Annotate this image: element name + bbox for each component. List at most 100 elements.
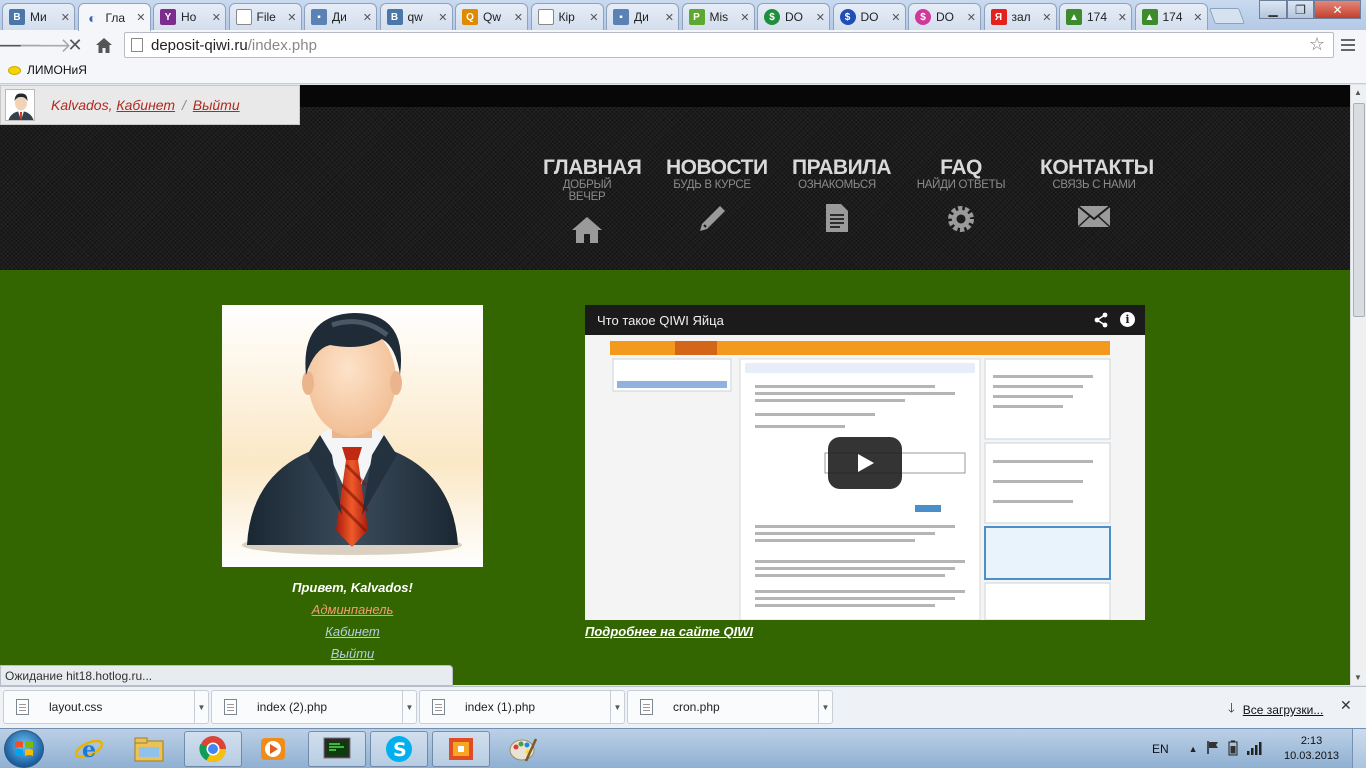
browser-menu-button[interactable] — [1337, 34, 1359, 56]
cabinet-link[interactable]: Кабинет — [222, 624, 483, 639]
all-downloads-label: Все загрузки... — [1242, 703, 1324, 717]
video-player[interactable]: Что такое QIWI Яйца i — [585, 305, 1145, 620]
close-tab-icon[interactable]: ✕ — [816, 11, 825, 24]
admin-panel-link[interactable]: Админпанель — [222, 602, 483, 617]
forward-button[interactable]: 🡒 — [18, 33, 72, 57]
qiwi-more-link[interactable]: Подробнее на сайте QIWI — [585, 624, 753, 639]
browser-tab[interactable]: Bqw ✕ — [379, 3, 453, 30]
chevron-down-icon[interactable]: ▼ — [402, 691, 416, 723]
chevron-down-icon[interactable]: ▼ — [818, 691, 832, 723]
browser-tab[interactable]: $ DO ✕ — [757, 3, 830, 30]
close-tab-icon[interactable]: ✕ — [967, 11, 976, 24]
browser-tab[interactable]: File ✕ — [228, 3, 302, 30]
close-tab-icon[interactable]: ✕ — [438, 11, 447, 24]
document-icon — [826, 204, 848, 232]
close-tab-icon[interactable]: ✕ — [665, 11, 674, 24]
close-tab-icon[interactable]: ✕ — [514, 11, 523, 24]
close-tab-icon[interactable]: ✕ — [1118, 11, 1127, 24]
browser-tab[interactable]: ▲ 174 ✕ — [1059, 3, 1132, 30]
envelope-icon — [1077, 205, 1111, 228]
clock[interactable]: 2:13 10.03.2013 — [1284, 734, 1339, 764]
nav-item-rules[interactable]: ПРАВИЛА ОЗНАКОМЬСЯ — [792, 157, 892, 235]
browser-tab[interactable]: Язал ✕ — [983, 3, 1057, 30]
browser-tab[interactable]: ▪ Ди ✕ — [304, 3, 377, 30]
new-tab-button[interactable] — [1209, 8, 1245, 24]
logout-link[interactable]: Выйти — [193, 97, 240, 113]
main-navigation: ГЛАВНАЯ ДОБРЫЙ ВЕЧЕР НОВОСТИ БУДЬ В КУРС… — [0, 157, 1350, 247]
page-scrollbar[interactable]: ▲ ▼ — [1350, 85, 1366, 685]
browser-tab[interactable]: $ DO ✕ — [832, 3, 906, 30]
close-tab-icon[interactable]: ✕ — [589, 11, 598, 24]
download-item[interactable]: layout.css ▼ — [3, 690, 209, 724]
browser-tab[interactable]: P Mis ✕ — [681, 3, 755, 30]
play-button[interactable] — [828, 437, 902, 489]
paint-taskbar-button[interactable] — [494, 731, 552, 767]
skype-taskbar-button[interactable]: S — [370, 731, 428, 767]
close-shelf-button[interactable]: ✕ — [1340, 697, 1352, 714]
browser-tab[interactable]: ▪ Ди ✕ — [606, 3, 679, 30]
browser-tab[interactable]: Q Qw ✕ — [455, 3, 528, 30]
scroll-down-arrow-icon[interactable]: ▼ — [1354, 673, 1362, 682]
video-thumbnail[interactable] — [585, 335, 1145, 620]
close-window-button[interactable]: ✕ — [1314, 0, 1361, 19]
main-content: Привет, Kalvados! Админпанель Кабинет Вы… — [0, 270, 1350, 685]
tray-expand-icon[interactable]: ▲ — [1189, 744, 1198, 754]
chevron-down-icon[interactable]: ▼ — [194, 691, 208, 723]
network-signal-icon[interactable] — [1246, 741, 1262, 758]
chrome-taskbar-button[interactable] — [184, 731, 242, 767]
nav-item-home[interactable]: ГЛАВНАЯ ДОБРЫЙ ВЕЧЕР — [543, 157, 642, 247]
chrome-icon — [199, 736, 227, 763]
show-desktop-button[interactable] — [1352, 729, 1366, 768]
close-tab-icon[interactable]: ✕ — [212, 11, 221, 24]
download-item[interactable]: index (1).php ▼ — [419, 690, 625, 724]
scroll-up-arrow-icon[interactable]: ▲ — [1354, 88, 1362, 97]
all-downloads-link[interactable]: 🡓 Все загрузки... — [1228, 699, 1323, 721]
tab-label: Ho — [181, 10, 197, 24]
photo-app-taskbar-button[interactable] — [432, 731, 490, 767]
explorer-taskbar-button[interactable] — [120, 731, 178, 767]
cabinet-link[interactable]: Кабинет — [116, 97, 175, 113]
close-tab-icon[interactable]: ✕ — [1193, 11, 1202, 24]
nav-item-contacts[interactable]: КОНТАКТЫ СВЯЗЬ С НАМИ — [1040, 157, 1154, 235]
flag-icon[interactable] — [1206, 740, 1220, 758]
browser-tab[interactable]: B Ми ✕ — [2, 3, 75, 30]
browser-tab[interactable]: $ DO ✕ — [908, 3, 981, 30]
download-item[interactable]: cron.php ▼ — [627, 690, 833, 724]
close-tab-icon[interactable]: ✕ — [363, 11, 372, 24]
loading-spinner-icon: ◐ — [88, 9, 97, 26]
bookmark-limoniya[interactable]: ЛИМОНиЯ — [8, 63, 87, 77]
browser-tab[interactable]: Y Ho ✕ — [153, 3, 226, 30]
home-button[interactable] — [92, 33, 116, 57]
scroll-thumb[interactable] — [1353, 103, 1365, 317]
battery-icon[interactable] — [1228, 740, 1238, 759]
close-tab-icon[interactable]: ✕ — [287, 11, 296, 24]
close-tab-icon[interactable]: ✕ — [1042, 11, 1051, 24]
nav-item-news[interactable]: НОВОСТИ БУДЬ В КУРСЕ — [666, 156, 768, 235]
video-title[interactable]: Что такое QIWI Яйца — [597, 313, 724, 328]
download-item[interactable]: index (2).php ▼ — [211, 690, 417, 724]
start-button[interactable] — [4, 730, 44, 768]
stop-button[interactable]: ✕ — [63, 33, 87, 57]
nav-subtitle: ОЗНАКОМЬСЯ — [798, 179, 876, 191]
close-tab-icon[interactable]: ✕ — [891, 11, 900, 24]
maximize-button[interactable]: ❐ — [1287, 0, 1314, 19]
browser-tab[interactable]: Кір ✕ — [530, 3, 604, 30]
info-icon[interactable]: i — [1120, 312, 1135, 327]
logout-link[interactable]: Выйти — [222, 646, 483, 661]
language-indicator[interactable]: EN — [1152, 742, 1169, 756]
share-icon[interactable] — [1093, 312, 1109, 331]
address-bar[interactable]: deposit-qiwi.ru/index.php ☆ — [124, 32, 1334, 58]
browser-tab[interactable]: ▲ 174 ✕ — [1134, 3, 1208, 30]
close-tab-icon[interactable]: ✕ — [740, 11, 749, 24]
close-tab-icon[interactable]: ✕ — [136, 11, 145, 24]
terminal-taskbar-button[interactable] — [308, 731, 366, 767]
browser-tab[interactable]: ◐ Гла ✕ — [77, 3, 151, 31]
close-tab-icon[interactable]: ✕ — [61, 11, 70, 24]
ie-taskbar-button[interactable]: e — [60, 731, 118, 767]
chevron-down-icon[interactable]: ▼ — [610, 691, 624, 723]
media-player-taskbar-button[interactable] — [244, 731, 302, 767]
nav-item-faq[interactable]: FAQ НАЙДИ ОТВЕТЫ — [916, 157, 1006, 235]
minimize-button[interactable]: ▁ — [1259, 0, 1287, 19]
nav-title: НОВОСТИ — [666, 156, 768, 179]
bookmark-star-icon[interactable]: ☆ — [1309, 34, 1325, 55]
